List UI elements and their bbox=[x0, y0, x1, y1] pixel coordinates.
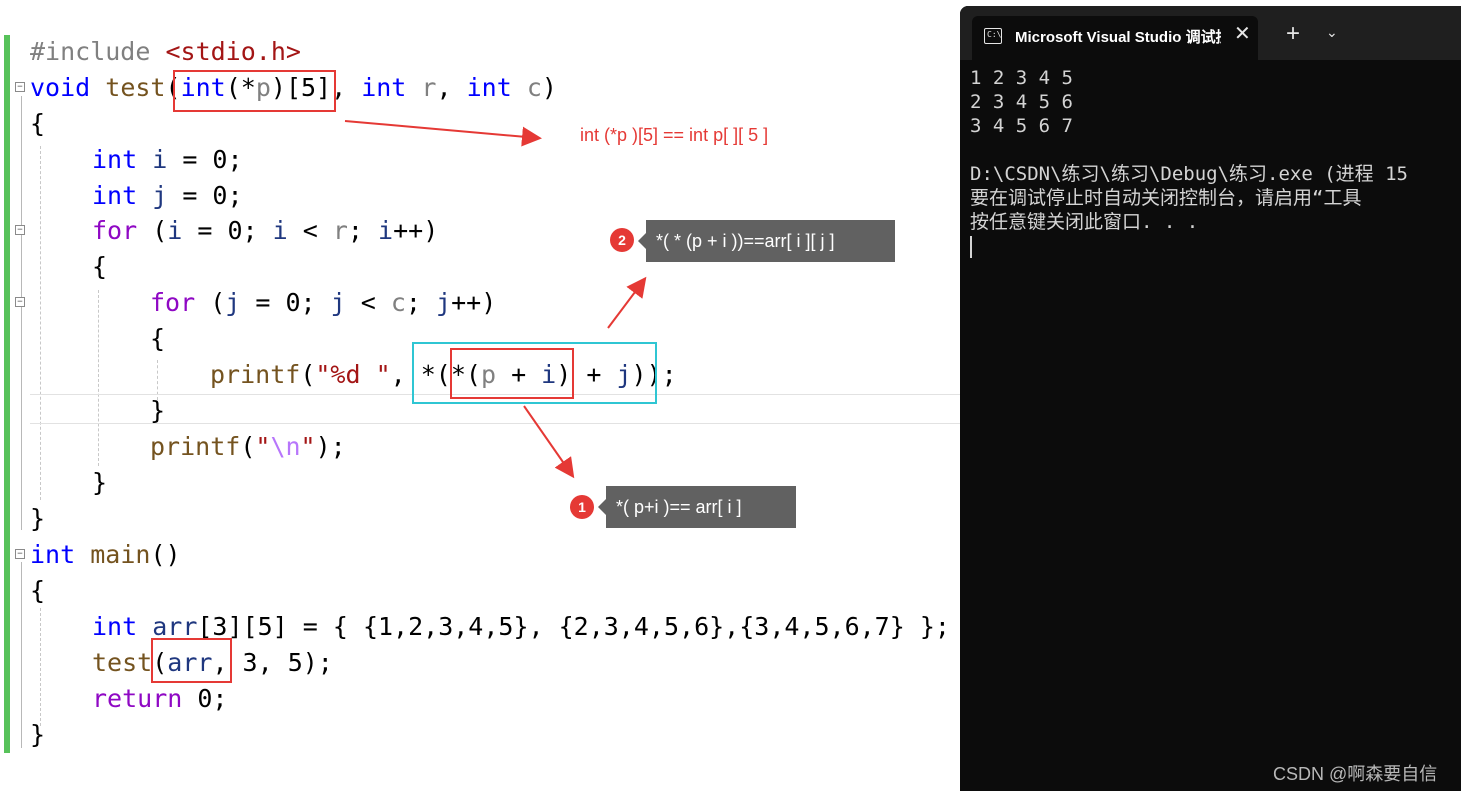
console-output-line: D:\CSDN\练习\练习\Debug\练习.exe (进程 15 bbox=[970, 163, 1408, 185]
console-output-line: 3 4 5 6 7 bbox=[970, 115, 1073, 137]
console-output-line: 要在调试停止时自动关闭控制台，请启用“工具 bbox=[970, 187, 1362, 209]
console-output-line: 2 3 4 5 6 bbox=[970, 91, 1073, 113]
console-tab-title: Microsoft Visual Studio 调试控制台 bbox=[1015, 29, 1221, 46]
watermark: CSDN @啊森要自信 bbox=[1273, 764, 1438, 784]
terminal-icon: C:\ bbox=[984, 28, 1002, 44]
tip-2-box: *( * (p + i ))==arr[ i ][ j ] bbox=[638, 220, 895, 262]
param-equivalence-note: int (*p )[5] == int p[ ][ 5 ] bbox=[580, 125, 769, 145]
close-icon[interactable]: ✕ bbox=[1234, 22, 1251, 46]
tip-1-box: *( p+i )== arr[ i ] bbox=[598, 486, 796, 528]
console-tab[interactable]: C:\ Microsoft Visual Studio 调试控制台 ✕ bbox=[972, 16, 1258, 60]
code-editor[interactable]: − − − − #include <stdio.h> void test(int… bbox=[0, 0, 960, 791]
arrow-to-tip-1 bbox=[523, 405, 575, 479]
debug-console-window[interactable]: C:\ Microsoft Visual Studio 调试控制台 ✕ + ⌄ … bbox=[960, 6, 1461, 791]
new-tab-button[interactable]: + bbox=[1286, 20, 1300, 48]
arrow-to-tip-2 bbox=[607, 276, 647, 329]
annotation-arrows bbox=[344, 120, 647, 479]
tip-2-badge: 2 bbox=[610, 228, 634, 252]
console-output-line: 按任意键关闭此窗口. . . bbox=[970, 211, 1199, 233]
chevron-down-icon[interactable]: ⌄ bbox=[1326, 24, 1338, 41]
tip-1-badge: 1 bbox=[570, 495, 594, 519]
console-tab-bar: C:\ Microsoft Visual Studio 调试控制台 ✕ + ⌄ bbox=[960, 6, 1461, 60]
console-cursor bbox=[970, 236, 972, 258]
console-output-line: 1 2 3 4 5 bbox=[970, 67, 1073, 89]
arrow-to-param-note bbox=[344, 120, 542, 147]
